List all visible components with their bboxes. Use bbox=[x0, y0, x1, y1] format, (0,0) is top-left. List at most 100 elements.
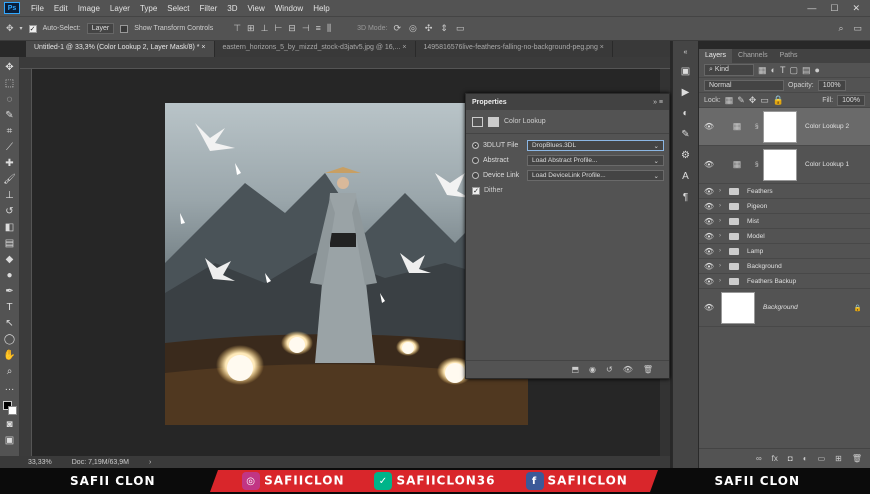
filter-smart-icon[interactable]: ▤ bbox=[802, 65, 811, 76]
visibility-eye-icon[interactable]: 👁 bbox=[699, 160, 719, 169]
dock-collapse-icon[interactable]: « bbox=[684, 49, 688, 56]
close-button[interactable]: ✕ bbox=[852, 3, 860, 14]
layer-filter-dropdown[interactable]: ⌕ Kind bbox=[704, 64, 754, 76]
menu-view[interactable]: View bbox=[243, 4, 270, 13]
view-previous-icon[interactable]: ◉ bbox=[589, 365, 596, 374]
history-brush-icon[interactable]: ↺ bbox=[5, 205, 13, 218]
layer-mask-thumbnail[interactable] bbox=[763, 148, 797, 181]
tab-paths[interactable]: Paths bbox=[774, 49, 804, 63]
menu-help[interactable]: Help bbox=[308, 4, 334, 13]
3d-orbit-icon[interactable]: ⟳ bbox=[393, 23, 401, 34]
tool-presets-icon[interactable]: ⚙ bbox=[681, 150, 690, 161]
menu-image[interactable]: Image bbox=[73, 4, 105, 13]
delete-layer-icon[interactable]: 🗑 bbox=[852, 454, 862, 463]
zoom-level[interactable]: 33,33% bbox=[28, 459, 52, 466]
visibility-eye-icon[interactable]: 👁 bbox=[699, 122, 719, 131]
stamp-tool-icon[interactable]: ⊥ bbox=[5, 189, 14, 202]
fill-input[interactable]: 100% bbox=[837, 94, 865, 106]
layer-group-pigeon[interactable]: 👁 › Pigeon bbox=[699, 199, 870, 214]
add-mask-icon[interactable]: ◘ bbox=[788, 454, 793, 463]
vine-link[interactable]: ✓ SAFIICLON36 bbox=[374, 472, 495, 490]
menu-select[interactable]: Select bbox=[162, 4, 194, 13]
move-tool-icon[interactable]: ✥ bbox=[5, 61, 13, 74]
vertical-ruler[interactable] bbox=[20, 69, 32, 456]
filter-type-icon[interactable]: T bbox=[780, 65, 786, 75]
layer-mask-thumbnail[interactable] bbox=[763, 110, 797, 143]
close-icon[interactable]: × bbox=[201, 44, 205, 51]
maximize-button[interactable]: ☐ bbox=[830, 3, 838, 14]
tab-feathers[interactable]: 1495816576live-feathers-falling-no-backg… bbox=[416, 41, 613, 57]
tab-eastern-horizons[interactable]: eastern_horizons_5_by_mizzd_stock-d3jatv… bbox=[215, 41, 416, 57]
path-select-tool-icon[interactable]: ↖ bbox=[5, 317, 13, 330]
align-right-icon[interactable]: ⊣ bbox=[302, 23, 310, 34]
marquee-tool-icon[interactable]: ⬚ bbox=[5, 77, 14, 90]
abstract-dropdown[interactable]: Load Abstract Profile... ⌄ bbox=[527, 155, 664, 166]
visibility-eye-icon[interactable]: 👁 bbox=[699, 217, 719, 226]
visibility-eye-icon[interactable]: 👁 bbox=[699, 247, 719, 256]
filter-pixel-icon[interactable]: ▦ bbox=[758, 65, 767, 76]
menu-3d[interactable]: 3D bbox=[222, 4, 242, 13]
tab-channels[interactable]: Channels bbox=[732, 49, 774, 63]
expand-arrow-icon[interactable]: › bbox=[719, 233, 729, 239]
filter-toggle-icon[interactable]: ● bbox=[814, 65, 819, 75]
brush-presets-icon[interactable]: ✎ bbox=[681, 129, 689, 140]
dither-checkbox[interactable]: ✓ bbox=[472, 186, 480, 195]
eyedropper-tool-icon[interactable]: ⟋ bbox=[6, 141, 13, 154]
filter-shape-icon[interactable]: ▢ bbox=[789, 65, 798, 76]
background-color[interactable] bbox=[7, 406, 17, 415]
lut-file-dropdown[interactable]: DropBlues.3DL ⌄ bbox=[527, 140, 664, 151]
actions-icon[interactable]: ▶ bbox=[682, 87, 690, 98]
visibility-eye-icon[interactable]: 👁 bbox=[699, 277, 719, 286]
more-tools-icon[interactable]: … bbox=[5, 381, 15, 394]
properties-header[interactable]: Properties » ≡ bbox=[466, 94, 669, 110]
type-tool-icon[interactable]: T bbox=[6, 301, 12, 314]
layer-mask-icon[interactable] bbox=[488, 116, 499, 127]
zoom-tool-icon[interactable]: ⌕ bbox=[7, 365, 13, 378]
visibility-eye-icon[interactable]: 👁 bbox=[699, 303, 719, 312]
layer-group-mist[interactable]: 👁 › Mist bbox=[699, 214, 870, 229]
visibility-eye-icon[interactable]: 👁 bbox=[699, 232, 719, 241]
color-swatches[interactable] bbox=[2, 401, 17, 415]
quick-select-tool-icon[interactable]: ✎ bbox=[5, 109, 13, 122]
expand-arrow-icon[interactable]: › bbox=[719, 203, 729, 209]
align-center-icon[interactable]: ⊟ bbox=[288, 23, 296, 34]
align-middle-icon[interactable]: ⊞ bbox=[247, 23, 255, 34]
visibility-icon[interactable]: 👁 bbox=[623, 365, 633, 374]
adjustments-icon[interactable]: ◐ bbox=[682, 108, 688, 119]
layer-color-lookup-1[interactable]: 👁 ▦ § Color Lookup 1 bbox=[699, 146, 870, 184]
pen-tool-icon[interactable]: ✒ bbox=[5, 285, 13, 298]
auto-select-checkbox[interactable]: ✓ bbox=[28, 24, 37, 33]
layer-style-icon[interactable]: fx bbox=[772, 454, 778, 463]
chain-link-icon[interactable]: § bbox=[755, 161, 763, 168]
screen-mode-icon[interactable]: ▣ bbox=[5, 434, 14, 447]
align-bottom-icon[interactable]: ⊥ bbox=[261, 23, 269, 34]
blur-tool-icon[interactable]: ◆ bbox=[6, 253, 14, 266]
menu-filter[interactable]: Filter bbox=[195, 4, 223, 13]
adjustment-grid-icon[interactable] bbox=[472, 116, 483, 127]
distribute-icon[interactable]: ≡ bbox=[316, 23, 321, 34]
layer-background[interactable]: 👁 Background 🔒 bbox=[699, 289, 870, 327]
tab-layers[interactable]: Layers bbox=[699, 49, 733, 63]
3d-roll-icon[interactable]: ◎ bbox=[409, 23, 417, 34]
menu-layer[interactable]: Layer bbox=[105, 4, 135, 13]
delete-icon[interactable]: 🗑 bbox=[643, 365, 653, 374]
close-icon[interactable]: × bbox=[600, 44, 604, 51]
new-group-icon[interactable]: ▭ bbox=[818, 454, 826, 463]
visibility-eye-icon[interactable]: 👁 bbox=[699, 262, 719, 271]
shape-tool-icon[interactable]: ◯ bbox=[4, 333, 15, 346]
search-icon[interactable]: ⌕ bbox=[838, 23, 843, 34]
abstract-radio[interactable] bbox=[472, 157, 479, 164]
layer-color-lookup-2[interactable]: 👁 ▦ § Color Lookup 2 bbox=[699, 108, 870, 146]
visibility-eye-icon[interactable]: 👁 bbox=[699, 187, 719, 196]
chevron-down-icon[interactable]: ▾ bbox=[20, 25, 23, 32]
layer-group-feathers-backup[interactable]: 👁 › Feathers Backup bbox=[699, 274, 870, 289]
new-layer-icon[interactable]: ⊞ bbox=[835, 454, 842, 463]
eraser-tool-icon[interactable]: ◧ bbox=[5, 221, 14, 234]
menu-window[interactable]: Window bbox=[270, 4, 308, 13]
gradient-tool-icon[interactable]: ▤ bbox=[5, 237, 14, 250]
collapse-panel-icon[interactable]: » ≡ bbox=[653, 99, 663, 106]
layer-group-background[interactable]: 👁 › Background bbox=[699, 259, 870, 274]
hand-tool-icon[interactable]: ✋ bbox=[3, 349, 15, 362]
status-menu-arrow[interactable]: › bbox=[149, 459, 151, 466]
lock-all-icon[interactable]: 🔒 bbox=[773, 95, 784, 106]
